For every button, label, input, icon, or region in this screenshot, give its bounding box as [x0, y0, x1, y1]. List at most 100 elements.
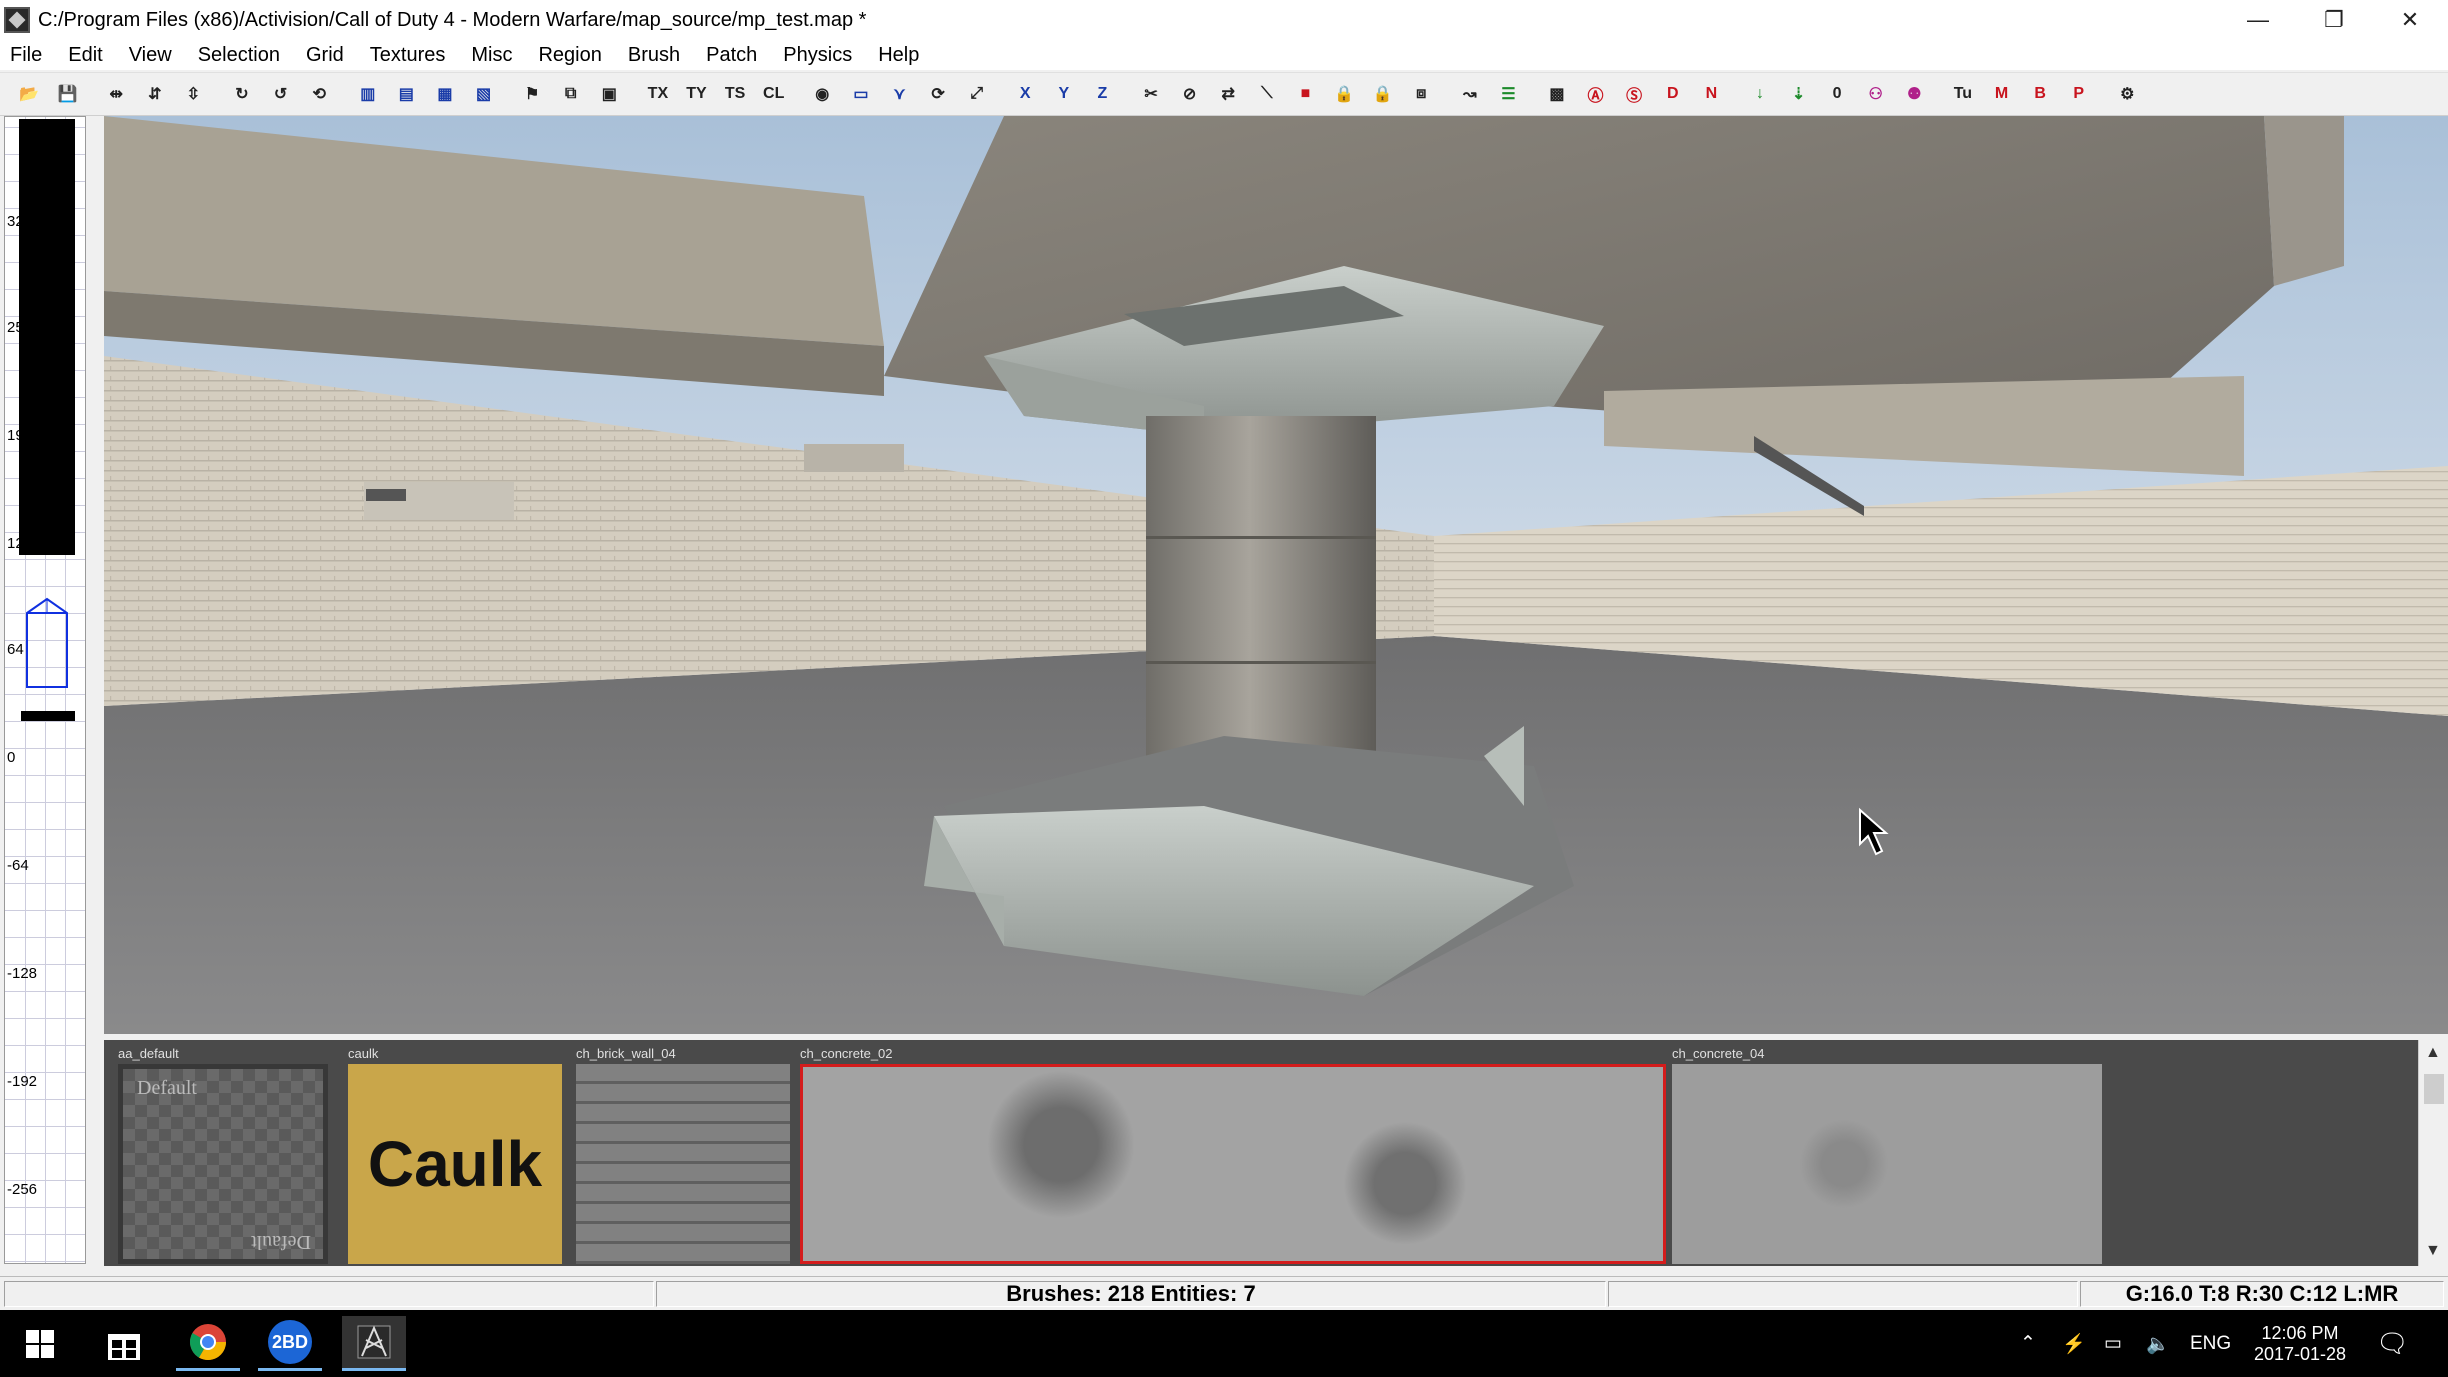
notifications-icon[interactable]: 🗨 [2376, 1310, 2409, 1377]
entity-red-icon[interactable]: ■ [1290, 79, 1320, 109]
display-icon[interactable]: ▭ [2104, 1310, 2122, 1377]
curve-icon[interactable]: ↝ [1455, 79, 1485, 109]
select-inside-icon[interactable]: ▧ [469, 79, 499, 109]
network-icon[interactable]: ⚡ [2062, 1310, 2086, 1377]
view-x-icon[interactable]: X [1010, 79, 1040, 109]
menu-brush[interactable]: Brush [628, 44, 680, 67]
people-alt-icon[interactable]: ⚉ [1899, 79, 1929, 109]
texture-browser[interactable]: aa_default Default Default caulk Caulk c… [104, 1040, 2430, 1266]
csg-merge-icon[interactable]: ⧉ [556, 79, 586, 109]
menu-grid[interactable]: Grid [306, 44, 344, 67]
scroll-up-icon[interactable]: ▲ [2425, 1044, 2441, 1062]
texture-ch-concrete-04[interactable]: ch_concrete_04 [1672, 1046, 2102, 1264]
select-partial-tall-icon[interactable]: ▦ [430, 79, 460, 109]
rotate-view-icon[interactable]: ⟳ [923, 79, 953, 109]
start-button[interactable] [8, 1316, 72, 1371]
camera-viewport[interactable] [104, 116, 2448, 1034]
flip-y-icon[interactable]: ⇵ [140, 79, 170, 109]
minimize-button[interactable]: — [2220, 0, 2296, 40]
taskbar-store[interactable] [92, 1316, 156, 1371]
filter-d-icon[interactable]: D [1658, 79, 1688, 109]
view-y-icon[interactable]: Y [1049, 79, 1079, 109]
split-icon[interactable]: ⊘ [1175, 79, 1205, 109]
texture-aa-default[interactable]: aa_default Default Default [118, 1046, 328, 1264]
menu-help[interactable]: Help [878, 44, 919, 67]
scroll-thumb[interactable] [2424, 1074, 2444, 1104]
open-icon[interactable]: 📂 [14, 79, 44, 109]
texture-swatch [1672, 1064, 2102, 1264]
texture-ch-concrete-02[interactable]: ch_concrete_02 [800, 1046, 1666, 1264]
z-ruler[interactable]: 32 25 19 12 64 0 -64 -128 -192 -256 [4, 116, 86, 1264]
filter-n-icon[interactable]: N [1696, 79, 1726, 109]
menu-edit[interactable]: Edit [68, 44, 102, 67]
filter-a-icon[interactable]: Ⓐ [1581, 79, 1611, 109]
clock[interactable]: 12:06 PM 2017-01-28 [2248, 1310, 2352, 1377]
hollow-icon[interactable]: ▣ [594, 79, 624, 109]
texture-flip-x-icon[interactable]: TX [643, 79, 673, 109]
menu-region[interactable]: Region [538, 44, 601, 67]
rotate-z-icon[interactable]: ⟲ [304, 79, 334, 109]
camera-view-icon[interactable]: ▭ [846, 79, 876, 109]
scale-view-icon[interactable]: ⤢ [962, 79, 992, 109]
m-icon[interactable]: M [1987, 79, 2017, 109]
people-icon[interactable]: ⚇ [1861, 79, 1891, 109]
texture-ch-brick-wall-04[interactable]: ch_brick_wall_04 [576, 1046, 790, 1264]
close-button[interactable]: ✕ [2372, 0, 2448, 40]
scroll-down-icon[interactable]: ▼ [2425, 1242, 2441, 1260]
tray-chevron-icon[interactable]: ⌃ [2020, 1310, 2036, 1377]
tu-icon[interactable]: Tu [1948, 79, 1978, 109]
compile-icon[interactable]: ⚙ [2112, 79, 2142, 109]
select-touching-icon[interactable]: ▤ [391, 79, 421, 109]
flip-z-icon[interactable]: ⇳ [178, 79, 208, 109]
menu-selection[interactable]: Selection [198, 44, 280, 67]
make-detail-icon[interactable]: ⟍ [1252, 79, 1282, 109]
select-complete-tall-icon[interactable]: ▥ [353, 79, 383, 109]
b-icon[interactable]: B [2025, 79, 2055, 109]
entity-list-icon[interactable]: ☰ [1493, 79, 1523, 109]
texture-swap-icon[interactable]: TS [720, 79, 750, 109]
menu-textures[interactable]: Textures [370, 44, 446, 67]
drop-down-icon[interactable]: ↓ [1745, 79, 1775, 109]
lock-x-icon[interactable]: 🔒 [1329, 79, 1359, 109]
taskbar-app-badge[interactable]: 2BD [258, 1316, 322, 1371]
z-tick-label: 0 [7, 749, 16, 766]
csg-subtract-icon[interactable]: ⚑ [517, 79, 547, 109]
drag-icon[interactable]: ⇄ [1213, 79, 1243, 109]
z-camera-marker[interactable] [21, 711, 75, 721]
rotate-y-icon[interactable]: ↺ [266, 79, 296, 109]
flip-x-icon[interactable]: ⇹ [101, 79, 131, 109]
texture-lock-icon[interactable]: ◉ [807, 79, 837, 109]
texture-caulk[interactable]: caulk Caulk [348, 1046, 562, 1264]
cycle-layer-icon[interactable]: CL [759, 79, 789, 109]
filter-s-icon[interactable]: Ⓢ [1619, 79, 1649, 109]
p-icon[interactable]: P [2064, 79, 2094, 109]
zero-icon[interactable]: 0 [1822, 79, 1852, 109]
save-icon[interactable]: 💾 [53, 79, 83, 109]
rotate-x-icon[interactable]: ↻ [227, 79, 257, 109]
menu-view[interactable]: View [129, 44, 172, 67]
vertex-edit-icon[interactable]: ⋎ [884, 79, 914, 109]
lock-y-icon[interactable]: 🔒 [1368, 79, 1398, 109]
menu-physics[interactable]: Physics [783, 44, 852, 67]
menu-patch[interactable]: Patch [706, 44, 757, 67]
clipper-icon[interactable]: ✂ [1136, 79, 1166, 109]
language-indicator[interactable]: ENG [2190, 1310, 2231, 1377]
restore-button[interactable]: ❐ [2296, 0, 2372, 40]
view-z-icon[interactable]: Z [1087, 79, 1117, 109]
taskbar-chrome[interactable] [176, 1316, 240, 1371]
z-tick-label: 19 [7, 427, 24, 444]
patch-icon[interactable]: ▩ [1542, 79, 1572, 109]
menu-file[interactable]: File [10, 44, 42, 67]
texture-scrollbar[interactable]: ▲ ▼ [2418, 1040, 2448, 1266]
drop-down-alt-icon[interactable]: ⇣ [1784, 79, 1814, 109]
volume-icon[interactable]: 🔈 [2146, 1310, 2170, 1377]
radiant-app-icon[interactable] [4, 7, 30, 33]
menu-misc[interactable]: Misc [471, 44, 512, 67]
texture-flip-y-icon[interactable]: TY [682, 79, 712, 109]
taskbar-radiant[interactable] [342, 1316, 406, 1371]
clock-time: 12:06 PM [2261, 1322, 2339, 1343]
status-cell-empty [1608, 1281, 2078, 1307]
region-icon[interactable]: ⧈ [1406, 79, 1436, 109]
window-title: C:/Program Files (x86)/Activision/Call o… [38, 8, 867, 31]
z-brush-outline[interactable] [23, 595, 71, 695]
